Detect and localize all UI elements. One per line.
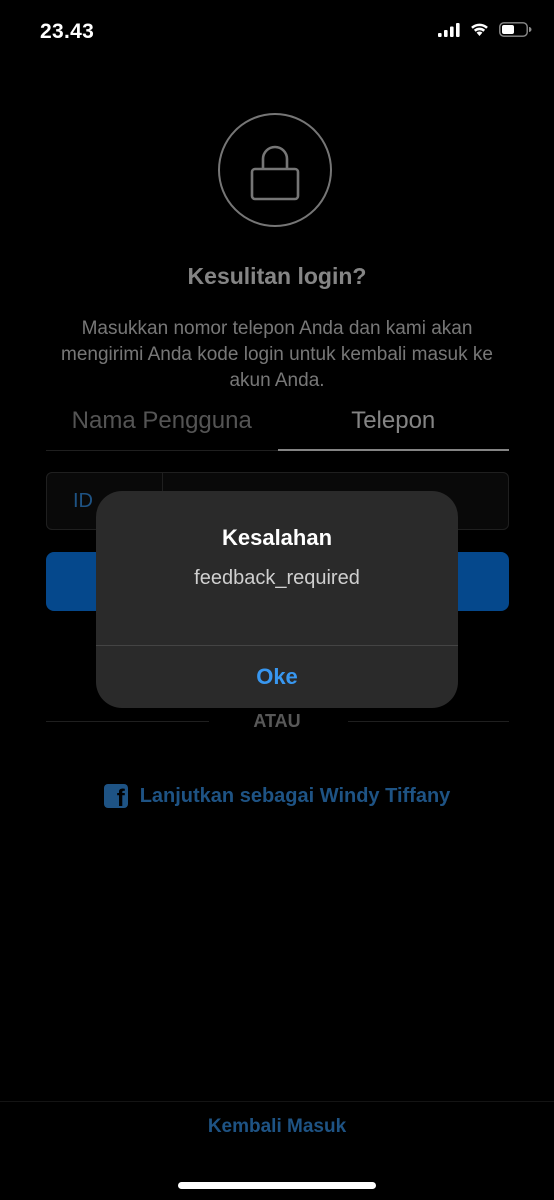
alert-title: Kesalahan bbox=[221, 525, 333, 550]
status-bar: 23.43 bbox=[0, 0, 554, 66]
alert-ok-button[interactable]: Oke bbox=[96, 646, 458, 708]
battery-icon bbox=[499, 22, 532, 37]
status-time: 23.43 bbox=[40, 20, 95, 43]
alert-message: feedback_required bbox=[194, 567, 360, 589]
home-indicator[interactable] bbox=[178, 1182, 376, 1189]
error-alert-dialog: Kesalahan feedback_required Oke bbox=[96, 491, 458, 708]
status-icons bbox=[438, 22, 532, 37]
wifi-icon bbox=[471, 23, 488, 36]
signal-icon bbox=[438, 22, 460, 37]
